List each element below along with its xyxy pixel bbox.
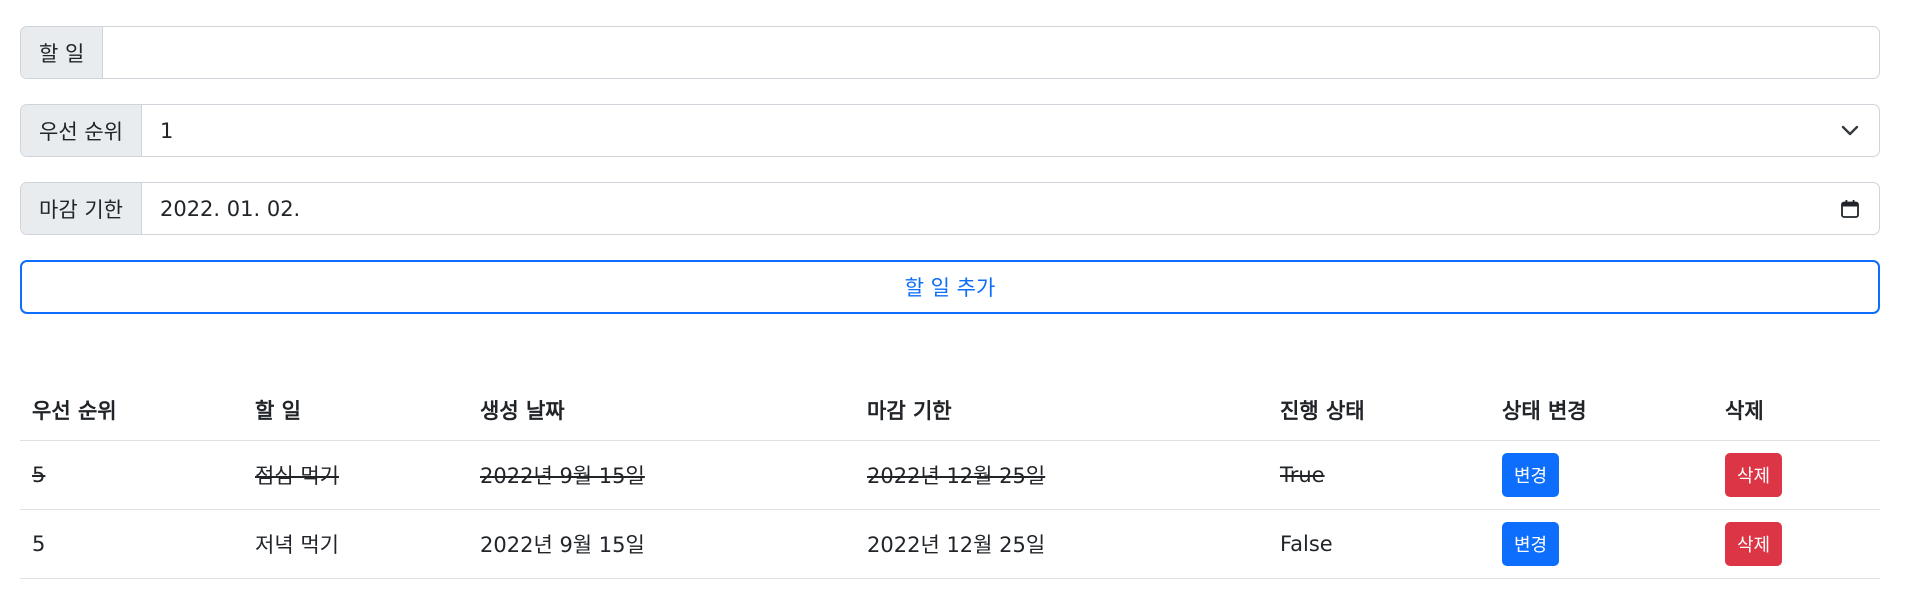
deadline-input-group: 마감 기한 2022. 01. 02.: [20, 182, 1880, 235]
cell-delete: 삭제: [1713, 509, 1880, 579]
header-task: 할 일: [243, 380, 468, 441]
add-task-button[interactable]: 할 일 추가: [20, 260, 1880, 314]
cell-task: 점심 먹기: [243, 440, 468, 510]
todo-form: 할 일 우선 순위 1 마감 기한 2022. 01. 02. 할 일 추가: [20, 26, 1880, 314]
cell-change: 변경: [1490, 440, 1713, 510]
header-delete: 삭제: [1713, 380, 1880, 441]
table-row: 5 점심 먹기 2022년 9월 15일 2022년 12월 25일 True …: [20, 440, 1880, 510]
change-status-button[interactable]: 변경: [1502, 522, 1560, 566]
cell-change: 변경: [1490, 509, 1713, 579]
header-created: 생성 날짜: [468, 380, 855, 441]
todo-table: 우선 순위 할 일 생성 날짜 마감 기한 진행 상태 상태 변경 삭제 5 점…: [20, 380, 1880, 579]
cell-created: 2022년 9월 15일: [468, 440, 855, 510]
cell-status: True: [1268, 440, 1490, 510]
delete-button[interactable]: 삭제: [1725, 453, 1783, 497]
header-status: 진행 상태: [1268, 380, 1490, 441]
priority-input-group: 우선 순위 1: [20, 104, 1880, 157]
task-label: 할 일: [21, 27, 104, 78]
table-row: 5 저녁 먹기 2022년 9월 15일 2022년 12월 25일 False…: [20, 509, 1880, 579]
cell-deadline: 2022년 12월 25일: [855, 509, 1268, 579]
cell-status: False: [1268, 509, 1490, 579]
task-input-group: 할 일: [20, 26, 1880, 79]
delete-button[interactable]: 삭제: [1725, 522, 1783, 566]
priority-label: 우선 순위: [21, 105, 142, 156]
priority-select-value: 1: [159, 118, 174, 143]
cell-task: 저녁 먹기: [243, 509, 468, 579]
cell-created: 2022년 9월 15일: [468, 509, 855, 579]
change-status-button[interactable]: 변경: [1502, 453, 1560, 497]
chevron-down-icon: [1839, 120, 1861, 142]
cell-delete: 삭제: [1713, 440, 1880, 510]
header-deadline: 마감 기한: [855, 380, 1268, 441]
deadline-date-input[interactable]: 2022. 01. 02.: [142, 183, 1879, 234]
priority-select[interactable]: 1: [142, 105, 1879, 156]
table-header-row: 우선 순위 할 일 생성 날짜 마감 기한 진행 상태 상태 변경 삭제: [20, 380, 1880, 441]
header-priority: 우선 순위: [20, 380, 243, 441]
cell-deadline: 2022년 12월 25일: [855, 440, 1268, 510]
task-input[interactable]: [103, 27, 1879, 78]
calendar-icon[interactable]: [1839, 198, 1861, 220]
cell-priority: 5: [20, 440, 243, 510]
deadline-label: 마감 기한: [21, 183, 142, 234]
header-change: 상태 변경: [1490, 380, 1713, 441]
deadline-date-value: 2022. 01. 02.: [159, 196, 301, 221]
cell-priority: 5: [20, 509, 243, 579]
